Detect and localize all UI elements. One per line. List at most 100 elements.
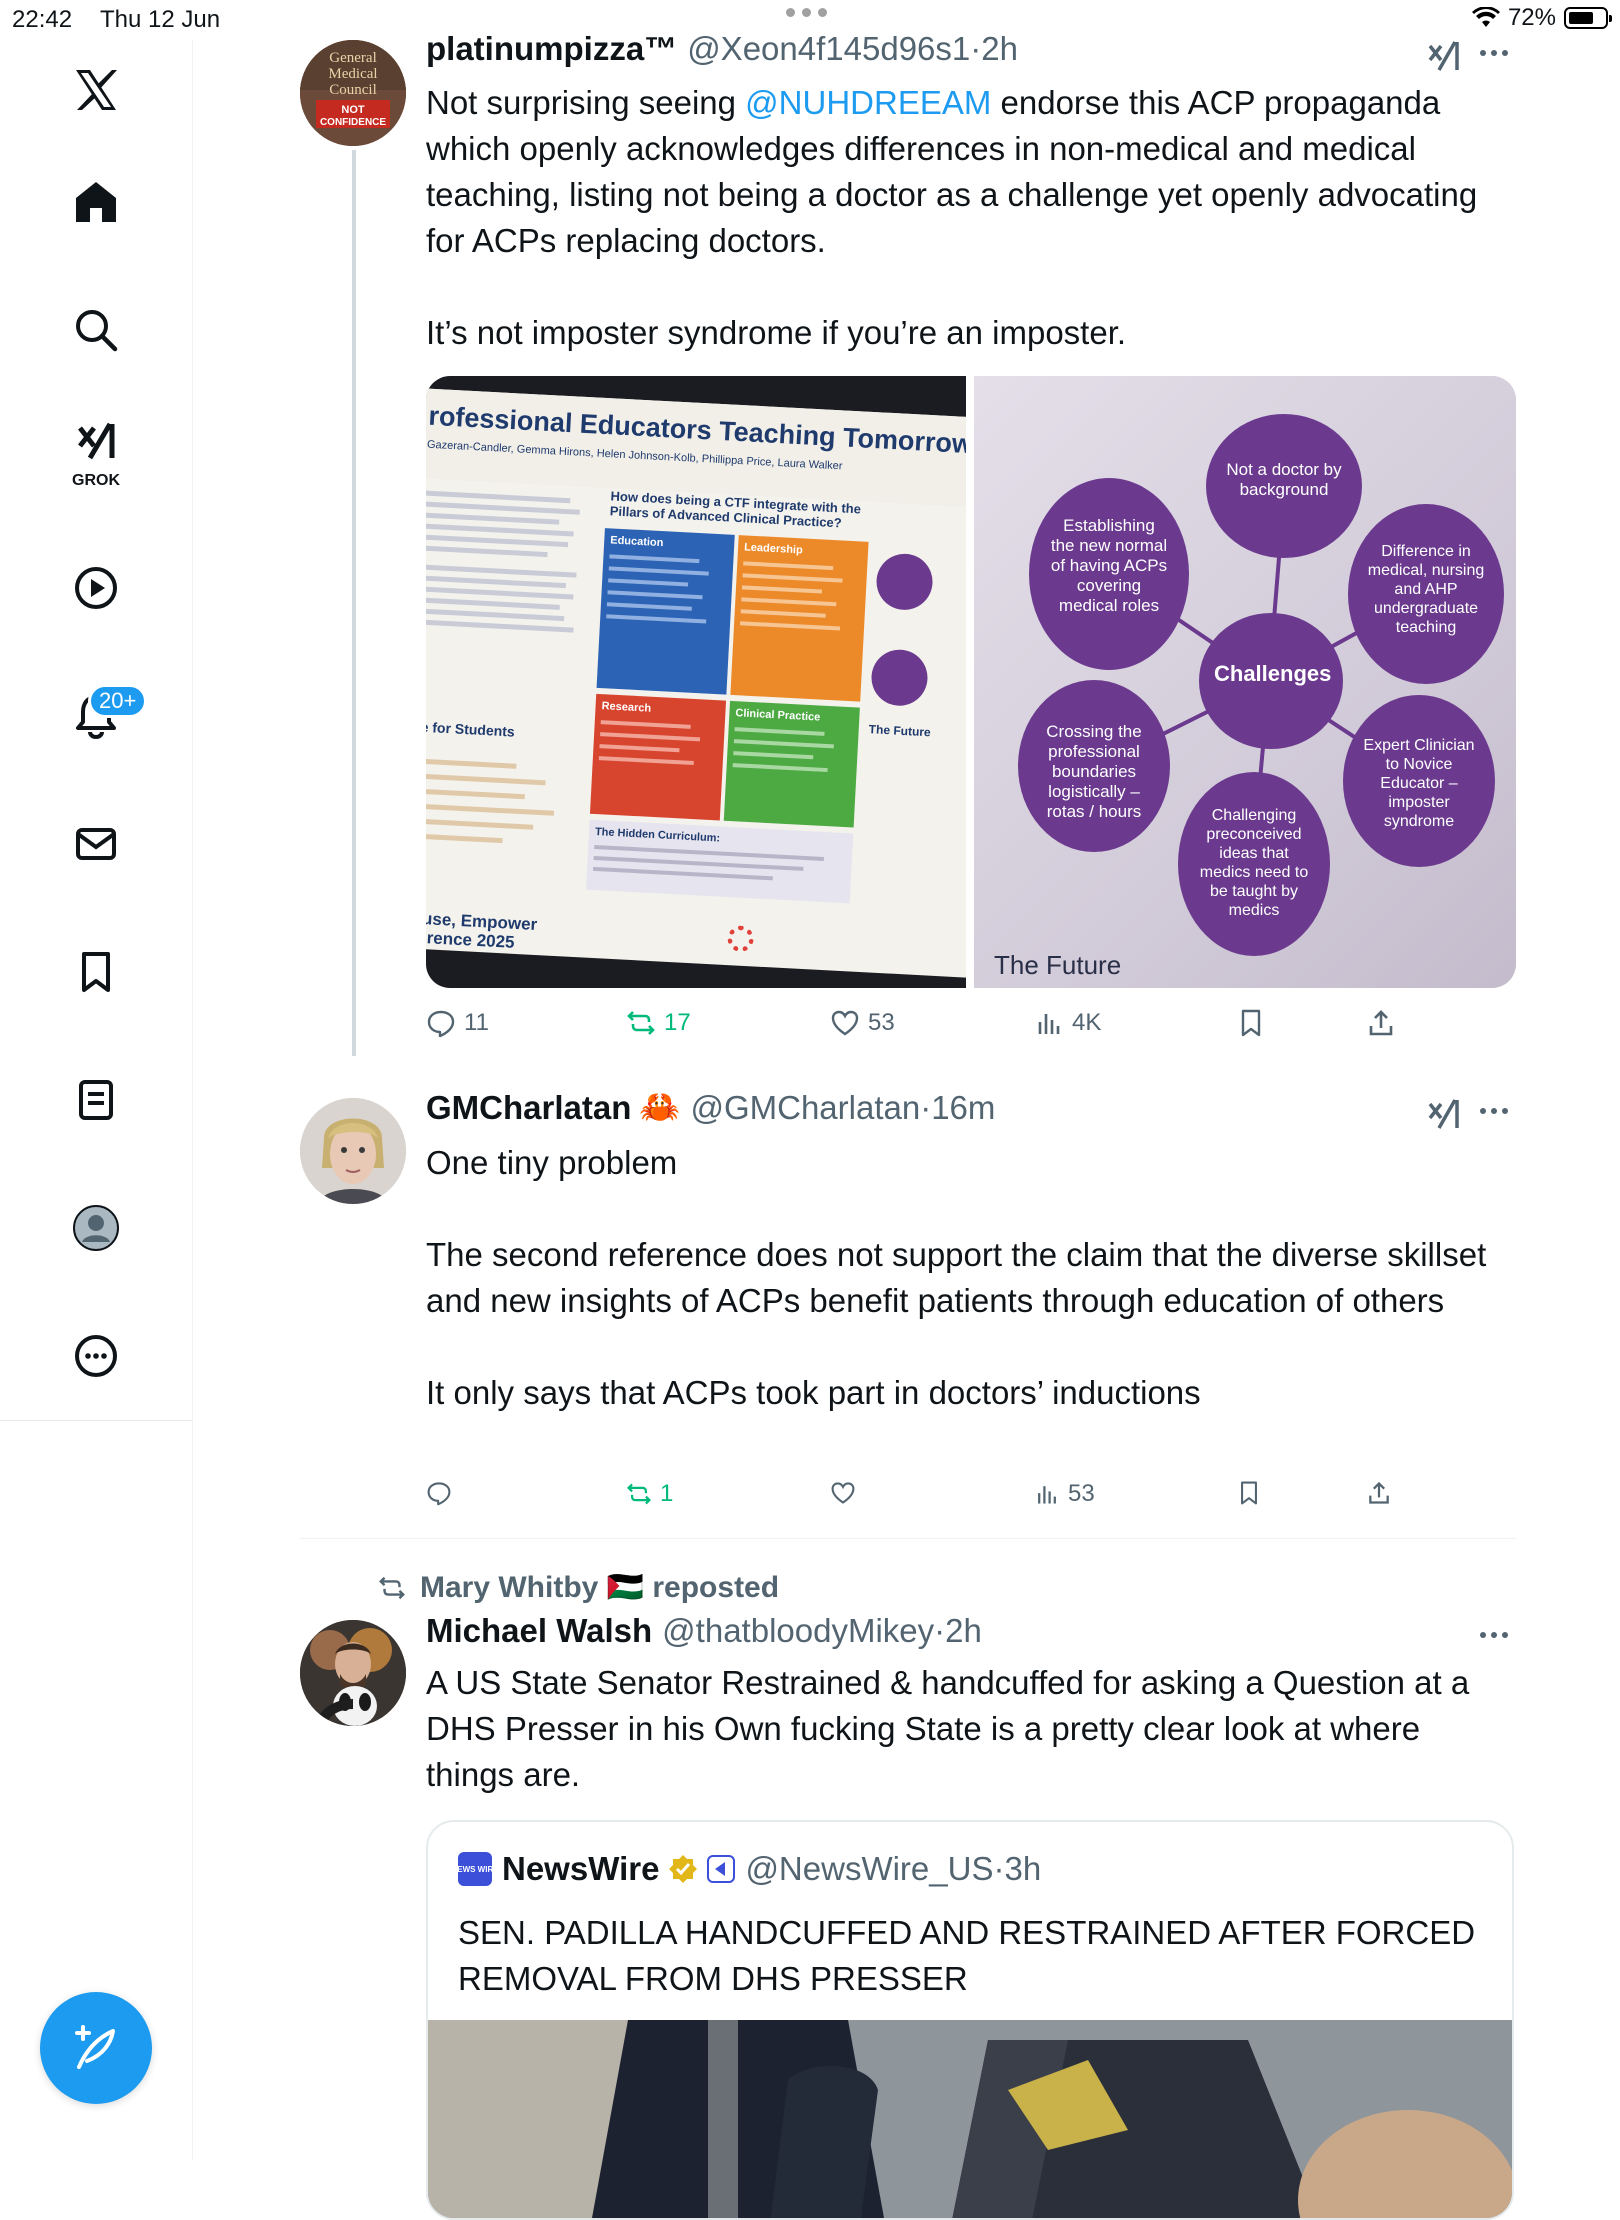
tweet-media[interactable]: rofessional Educators Teaching Tomorrow’…: [426, 376, 1516, 988]
challenge-6: Challenging preconceived ideas that medi…: [1199, 807, 1309, 919]
tweet-text: Not surprising seeing @NUHDREEAM endorse…: [426, 84, 1478, 351]
tweet-time[interactable]: ·16m: [920, 1089, 995, 1127]
svg-text:Medical: Medical: [328, 66, 377, 82]
quote-display-name: NewsWire: [502, 1850, 660, 1887]
list-icon[interactable]: [56, 1060, 136, 1140]
grok-label: GROK: [72, 472, 120, 489]
svg-text:CONFIDENCE: CONFIDENCE: [320, 117, 386, 128]
more-options-icon[interactable]: [1480, 1108, 1512, 1118]
views-button[interactable]: 4K: [1034, 1008, 1101, 1038]
crab-emoji: 🦀: [639, 1088, 681, 1125]
repost-context[interactable]: Mary Whitby 🇵🇸 reposted: [376, 1570, 779, 1605]
share-button[interactable]: [1366, 1008, 1396, 1038]
display-name[interactable]: platinumpizza™: [426, 30, 677, 68]
views-icon: [1038, 1486, 1056, 1504]
grok-icon[interactable]: GROK: [56, 410, 136, 490]
like-button[interactable]: 53: [830, 1008, 895, 1038]
bookmark-button[interactable]: [1236, 1480, 1262, 1506]
pillar-education: Education: [609, 534, 664, 550]
tweet-actions: 11 17 53 4K: [426, 1008, 1426, 1048]
avatar-image: [300, 1620, 406, 1726]
tweet-time[interactable]: ·2h: [970, 30, 1018, 68]
more-options-icon[interactable]: [1480, 50, 1512, 60]
display-name[interactable]: Michael Walsh: [426, 1612, 652, 1650]
quote-text: SEN. PADILLA HANDCUFFED AND RESTRAINED A…: [458, 1914, 1476, 1997]
heart-icon: [831, 1482, 855, 1504]
tweet-header: GMCharlatan 🦀 @GMCharlatan ·16m: [426, 1088, 995, 1127]
more-icon[interactable]: [56, 1316, 136, 1396]
more-options-icon[interactable]: [1480, 1632, 1512, 1642]
tweet-time[interactable]: ·2h: [934, 1612, 982, 1650]
user-handle[interactable]: @Xeon4f145d96s1: [687, 30, 970, 68]
x-logo-icon[interactable]: [56, 50, 136, 130]
quoted-tweet[interactable]: NEWS WIRE NewsWire @NewsWire_US ·3h SEN.…: [426, 1820, 1514, 2220]
challenge-2: Establishing the new normal of having AC…: [1050, 516, 1168, 615]
poster-future: The Future: [868, 722, 932, 740]
bookmark-icon: [1241, 1481, 1257, 1505]
reply-icon: [427, 1010, 455, 1038]
repost-button[interactable]: 1: [626, 1480, 673, 1508]
quote-time: ·3h: [993, 1850, 1042, 1887]
poster-students: ide for Students: [426, 718, 516, 740]
repost-label: Mary Whitby 🇵🇸 reposted: [420, 1571, 780, 1604]
status-date: Thu 12 Jun: [100, 6, 221, 33]
challenge-1: Not a doctor by background: [1226, 460, 1342, 499]
svg-text:Council: Council: [329, 82, 377, 98]
battery-icon: [1564, 7, 1612, 29]
thread-line: [352, 150, 356, 1056]
like-button[interactable]: [830, 1480, 864, 1506]
user-handle[interactable]: @thatbloodyMikey: [662, 1612, 934, 1650]
avatar[interactable]: General Medical Council NOT CONFIDENCE: [300, 40, 406, 146]
tweet-header: Michael Walsh @thatbloodyMikey ·2h: [426, 1612, 982, 1650]
verified-gold-icon: [669, 1855, 698, 1883]
share-button[interactable]: [1366, 1480, 1392, 1506]
home-icon[interactable]: [56, 162, 136, 242]
quote-header: NEWS WIRE NewsWire @NewsWire_US ·3h: [451, 1850, 1042, 1888]
avatar[interactable]: [300, 1098, 406, 1204]
grok-icon[interactable]: [1426, 1096, 1462, 1132]
reply-button[interactable]: [426, 1480, 460, 1506]
display-name[interactable]: GMCharlatan: [426, 1089, 631, 1127]
search-icon[interactable]: [56, 290, 136, 370]
challenge-3: Difference in medical, nursing and AHP u…: [1367, 543, 1485, 636]
quote-media[interactable]: [428, 2020, 1512, 2218]
reply-button[interactable]: 11: [426, 1008, 489, 1038]
repost-icon: [627, 1011, 655, 1035]
grok-icon[interactable]: [1426, 38, 1462, 74]
compose-button[interactable]: [40, 1992, 152, 2104]
mail-icon[interactable]: [56, 804, 136, 884]
challenges-center: Challenges: [1214, 661, 1332, 686]
media-image-poster[interactable]: rofessional Educators Teaching Tomorrow’…: [426, 376, 966, 988]
pillar-leadership: Leadership: [743, 541, 804, 557]
challenge-4: Crossing the professional boundaries log…: [1046, 722, 1142, 821]
mention-link[interactable]: @NUHDREEAM: [745, 84, 991, 121]
play-icon[interactable]: [56, 548, 136, 628]
pillar-research: Research: [601, 700, 652, 715]
svg-text:NOT: NOT: [341, 104, 365, 116]
status-time: 22:42: [12, 6, 73, 33]
tweet-header: platinumpizza™ @Xeon4f145d96s1 ·2h: [426, 30, 1018, 68]
avatar-image: General Medical Council NOT CONFIDENCE: [300, 40, 406, 146]
challenges-future-label: The Future: [994, 950, 1122, 980]
svg-text:General: General: [329, 50, 376, 66]
avatar[interactable]: [300, 1620, 406, 1726]
repost-icon: [379, 1576, 405, 1599]
bookmark-icon[interactable]: [56, 932, 136, 1012]
notifications-badge: 20+: [88, 684, 148, 718]
affiliate-badge-icon: [707, 1855, 736, 1883]
poster-hidden-curriculum: The Hidden Curriculum:: [594, 825, 721, 845]
tweet-text: One tiny problem The second reference do…: [426, 1144, 1487, 1411]
views-button[interactable]: 53: [1034, 1480, 1095, 1508]
newswire-logo: NEWS WIRE: [451, 1852, 499, 1886]
user-handle[interactable]: @GMCharlatan: [690, 1089, 920, 1127]
share-icon: [1369, 1481, 1389, 1504]
challenge-5: Expert Clinician to Novice Educator – im…: [1363, 737, 1475, 830]
bookmark-button[interactable]: [1236, 1008, 1266, 1038]
media-image-challenges[interactable]: Challenges Not a doctor by background Es…: [974, 376, 1516, 988]
compose-icon: [75, 2025, 115, 2069]
profile-icon[interactable]: [56, 1188, 136, 1268]
bookmark-icon: [1241, 1009, 1261, 1037]
repost-button[interactable]: 17: [626, 1008, 691, 1038]
share-icon: [1369, 1010, 1393, 1036]
multitasking-dots[interactable]: [786, 8, 827, 17]
